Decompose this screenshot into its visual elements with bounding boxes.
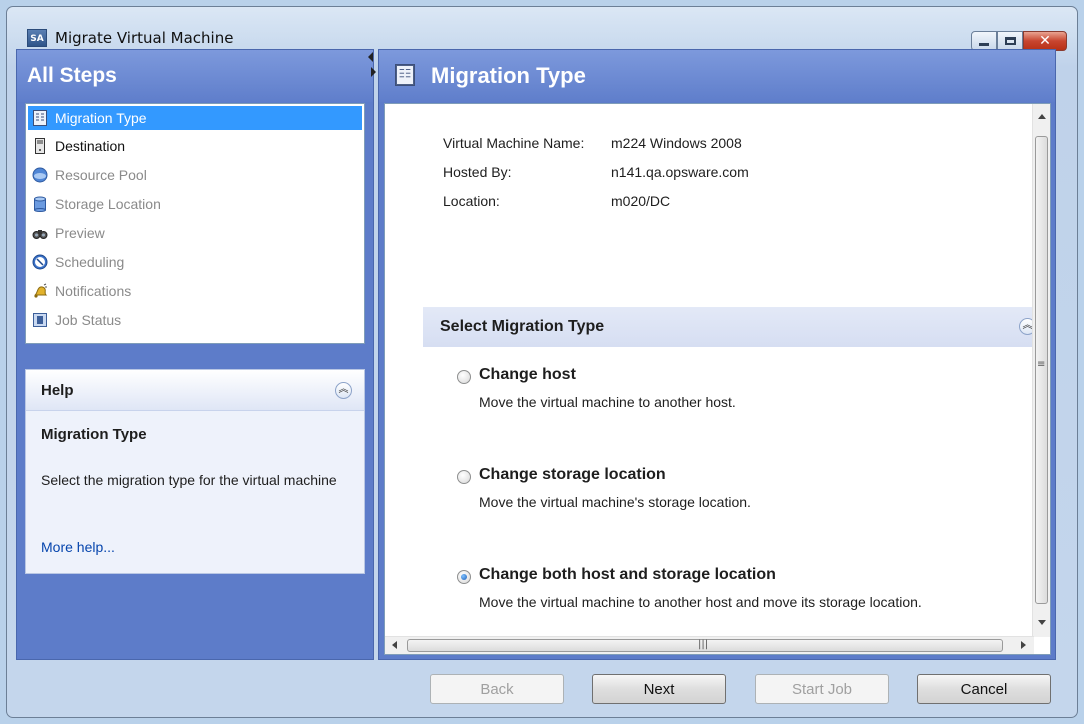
step-job-status[interactable]: Job Status (28, 308, 362, 332)
change-host-label[interactable]: Change host (479, 366, 576, 384)
step-label: Job Status (55, 312, 122, 328)
help-panel: Help ︽ Migration Type Select the migrati… (25, 369, 365, 574)
migration-type-icon (395, 64, 415, 86)
job-status-icon (33, 313, 47, 327)
grip-icon: ||| (698, 639, 709, 650)
vm-name-label: Virtual Machine Name: (443, 135, 585, 151)
start-job-button[interactable]: Start Job (755, 674, 889, 704)
step-label: Storage Location (55, 196, 161, 212)
vm-name-value: m224 Windows 2008 (611, 135, 742, 151)
bell-icon (34, 283, 48, 298)
step-resource-pool[interactable]: Resource Pool (28, 163, 362, 187)
help-header: Help ︽ (26, 370, 364, 411)
change-storage-label[interactable]: Change storage location (479, 466, 666, 484)
hosted-by-label: Hosted By: (443, 164, 512, 180)
step-scheduling[interactable]: Scheduling (28, 250, 362, 274)
help-text: Select the migration type for the virtua… (41, 472, 337, 488)
content-area: Virtual Machine Name: m224 Windows 2008 … (384, 103, 1051, 655)
maximize-button[interactable] (997, 31, 1023, 51)
window-title: Migrate Virtual Machine (55, 29, 234, 47)
more-help-link[interactable]: More help... (41, 539, 115, 555)
app-icon: SA (27, 29, 47, 47)
change-storage-radio[interactable] (457, 470, 471, 484)
section-title: Select Migration Type (440, 318, 605, 335)
change-both-radio[interactable] (457, 570, 471, 584)
main-panel: Migration Type Virtual Machine Name: m22… (378, 49, 1056, 660)
window-controls: ✕ (971, 31, 1067, 51)
scroll-up-icon[interactable] (1038, 114, 1046, 119)
minimize-button[interactable] (971, 31, 997, 51)
step-notifications[interactable]: Notifications (28, 279, 362, 303)
step-destination[interactable]: Destination (28, 134, 362, 158)
scroll-down-icon[interactable] (1038, 620, 1046, 625)
main-panel-header: Migration Type (379, 50, 1055, 102)
minimize-icon (979, 42, 989, 46)
maximize-icon (1004, 37, 1016, 45)
change-both-label[interactable]: Change both host and storage location (479, 566, 776, 584)
location-value: m020/DC (611, 193, 671, 209)
steps-panel: All Steps Migration Type Destination Res… (16, 49, 374, 660)
grip-icon: ≡ (1037, 359, 1046, 370)
resource-pool-icon (32, 167, 48, 183)
help-title: Help (41, 382, 74, 399)
step-label: Destination (55, 138, 126, 154)
double-chevron-up-icon: ︽ (1022, 320, 1033, 331)
help-subtitle: Migration Type (41, 426, 147, 443)
binoculars-icon (32, 230, 48, 239)
cancel-button[interactable]: Cancel (917, 674, 1051, 704)
step-migration-type[interactable]: Migration Type (28, 106, 362, 130)
step-label: Preview (55, 225, 105, 241)
step-preview[interactable]: Preview (28, 221, 362, 245)
title-bar[interactable]: SA Migrate Virtual Machine ✕ (7, 7, 1077, 51)
location-label: Location: (443, 193, 500, 209)
close-button[interactable]: ✕ (1023, 31, 1067, 51)
migration-type-icon (33, 110, 47, 126)
next-button[interactable]: Next (592, 674, 726, 704)
help-collapse-button[interactable]: ︽ (335, 382, 352, 399)
change-storage-description: Move the virtual machine's storage locat… (479, 494, 751, 510)
step-label: Notifications (55, 283, 132, 299)
step-label: Scheduling (55, 254, 125, 270)
steps-list: Migration Type Destination Resource Pool… (25, 103, 365, 344)
section-header: Select Migration Type ︽ (423, 307, 1043, 347)
back-button[interactable]: Back (430, 674, 564, 704)
step-storage-location[interactable]: Storage Location (28, 192, 362, 216)
change-host-radio[interactable] (457, 370, 471, 384)
vertical-scrollbar[interactable]: ≡ (1032, 104, 1050, 637)
vertical-scroll-thumb[interactable]: ≡ (1035, 136, 1048, 604)
clock-icon (32, 254, 48, 270)
step-label: Migration Type (55, 110, 147, 126)
page-title: Migration Type (431, 63, 586, 88)
collapse-left-icon[interactable] (368, 52, 373, 62)
steps-panel-header: All Steps (17, 50, 373, 102)
change-host-description: Move the virtual machine to another host… (479, 394, 736, 410)
scroll-right-icon[interactable] (1021, 641, 1026, 649)
close-icon: ✕ (1039, 33, 1051, 49)
horizontal-scrollbar[interactable]: ||| (385, 636, 1034, 654)
change-both-description: Move the virtual machine to another host… (479, 594, 922, 610)
all-steps-title: All Steps (27, 64, 117, 87)
step-label: Resource Pool (55, 167, 147, 183)
scroll-left-icon[interactable] (392, 641, 397, 649)
double-chevron-up-icon: ︽ (338, 384, 349, 395)
database-icon (34, 196, 46, 212)
server-icon (35, 138, 45, 154)
horizontal-scroll-thumb[interactable]: ||| (407, 639, 1003, 652)
hosted-by-value: n141.qa.opsware.com (611, 164, 749, 180)
expand-right-icon[interactable] (371, 67, 376, 77)
